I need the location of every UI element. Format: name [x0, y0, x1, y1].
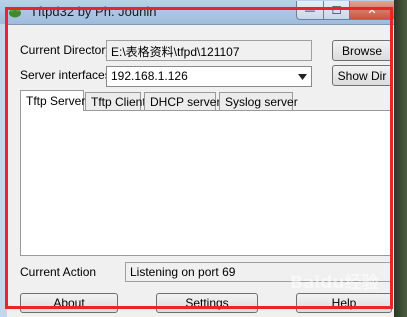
tab-dhcp-server[interactable]: DHCP server — [144, 92, 220, 110]
tab-tftp-server[interactable]: Tftp Server — [20, 90, 85, 111]
settings-button[interactable]: Settings — [156, 293, 258, 313]
current-directory-label: Current Directory — [20, 43, 112, 57]
browse-button[interactable]: Browse — [332, 40, 392, 61]
show-dir-button[interactable]: Show Dir — [332, 65, 392, 86]
tftp-server-log-panel[interactable] — [20, 110, 391, 256]
tab-tftp-client[interactable]: Tftp Client — [85, 92, 146, 110]
baidu-watermark: Baidu经验 — [290, 273, 379, 293]
server-interfaces-value: 192.168.1.126 — [111, 69, 188, 83]
chevron-down-icon[interactable] — [295, 69, 309, 85]
about-button[interactable]: About — [20, 293, 118, 313]
window-title: Tftpd32 by Ph. Jounin — [30, 4, 157, 19]
window-frame-left — [0, 24, 7, 317]
help-button[interactable]: Help — [296, 293, 392, 313]
desktop-edge — [394, 0, 407, 317]
frog-app-icon[interactable] — [7, 4, 23, 20]
close-button[interactable]: ✕ — [349, 1, 395, 20]
title-bar[interactable]: Tftpd32 by Ph. Jounin — ☐ ✕ — [0, 0, 407, 25]
current-directory-field[interactable]: E:\表格资料\tfpd\121107 — [106, 40, 312, 61]
server-interfaces-select[interactable]: 192.168.1.126 — [106, 66, 312, 87]
tab-syslog-server[interactable]: Syslog server — [219, 92, 298, 110]
minimize-button[interactable]: — — [296, 1, 324, 20]
server-interfaces-label: Server interfaces — [20, 68, 111, 82]
maximize-button[interactable]: ☐ — [323, 1, 350, 20]
current-action-label: Current Action — [20, 265, 97, 279]
